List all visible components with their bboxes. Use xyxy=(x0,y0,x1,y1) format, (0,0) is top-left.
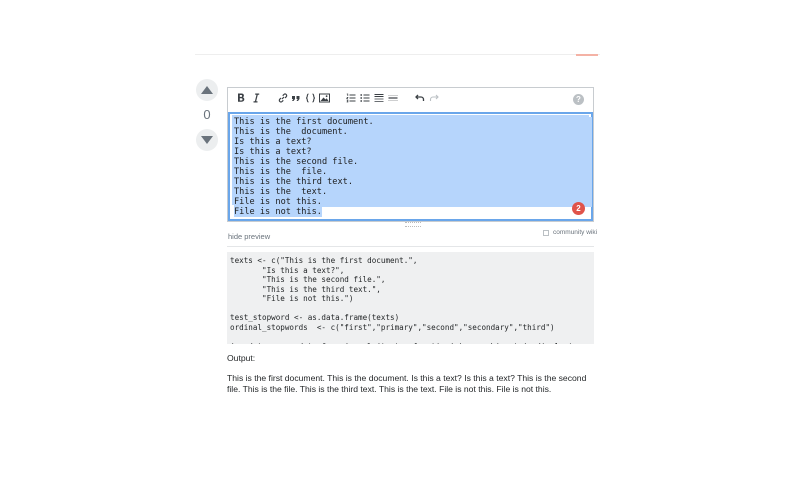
horizontal-rule-icon xyxy=(388,95,398,101)
horizontal-rule-button[interactable] xyxy=(388,93,398,103)
italic-icon xyxy=(253,93,260,103)
answer-textarea[interactable]: This is the first document. This is the … xyxy=(228,112,593,221)
link-icon xyxy=(278,93,288,103)
vote-cell: 0 xyxy=(196,79,218,151)
heading-icon xyxy=(374,93,384,102)
undo-button[interactable] xyxy=(415,93,425,103)
bold-button[interactable] xyxy=(237,93,245,103)
textarea-content: This is the first document. This is the … xyxy=(234,117,592,217)
text-line: File is not this. xyxy=(234,197,592,207)
preview-code-block: texts <- c("This is the first document."… xyxy=(227,252,594,344)
text-line: This is the third text. xyxy=(234,177,592,187)
italic-button[interactable] xyxy=(252,93,260,103)
community-wiki-toggle[interactable]: community wiki xyxy=(543,229,597,236)
bold-icon xyxy=(238,93,245,102)
text-line: File is not this. xyxy=(234,207,322,217)
output-label: Output: xyxy=(227,353,256,363)
text-line: This is the second file. xyxy=(234,157,592,167)
quote-icon xyxy=(292,96,300,101)
top-divider xyxy=(195,54,600,55)
notification-badge: 2 xyxy=(572,202,585,215)
upvote-button[interactable] xyxy=(196,79,218,101)
bulleted-list-button[interactable] xyxy=(360,93,370,103)
code-text: texts <- c("This is the first document."… xyxy=(230,256,594,344)
community-wiki-checkbox[interactable] xyxy=(543,229,549,236)
community-wiki-label: community wiki xyxy=(553,229,598,236)
link-button[interactable] xyxy=(278,93,288,103)
downvote-button[interactable] xyxy=(196,129,218,151)
text-line: Is this a text? xyxy=(234,147,592,157)
blockquote-button[interactable] xyxy=(291,93,301,103)
help-icon[interactable]: ? xyxy=(573,94,584,105)
image-icon xyxy=(319,93,330,103)
code-button[interactable] xyxy=(305,93,316,103)
image-button[interactable] xyxy=(319,93,330,103)
resize-grip[interactable] xyxy=(405,222,421,227)
numbered-list-icon xyxy=(346,93,356,103)
editor-toolbar: ? xyxy=(228,88,593,113)
answer-editor: ? This is the first document. This is th… xyxy=(227,87,594,222)
hide-preview-link[interactable]: hide preview xyxy=(228,232,270,241)
top-accent xyxy=(576,54,598,56)
redo-button[interactable] xyxy=(429,93,439,103)
text-line: This is the text. xyxy=(234,187,592,197)
code-braces-icon xyxy=(305,93,316,103)
vote-count: 0 xyxy=(203,107,211,122)
text-line: This is the first document. xyxy=(234,117,592,127)
text-line: Is this a text? xyxy=(234,137,592,147)
undo-icon xyxy=(415,94,425,101)
preview-divider xyxy=(227,246,594,247)
bulleted-list-icon xyxy=(360,94,370,102)
text-line: This is the document. xyxy=(234,127,592,137)
ordered-list-button[interactable] xyxy=(346,93,356,103)
heading-button[interactable] xyxy=(374,93,384,103)
text-line: This is the file. xyxy=(234,167,592,177)
arrow-up-icon xyxy=(201,86,213,94)
output-paragraph: This is the first document. This is the … xyxy=(227,373,587,394)
arrow-down-icon xyxy=(201,136,213,144)
redo-icon xyxy=(429,94,439,101)
